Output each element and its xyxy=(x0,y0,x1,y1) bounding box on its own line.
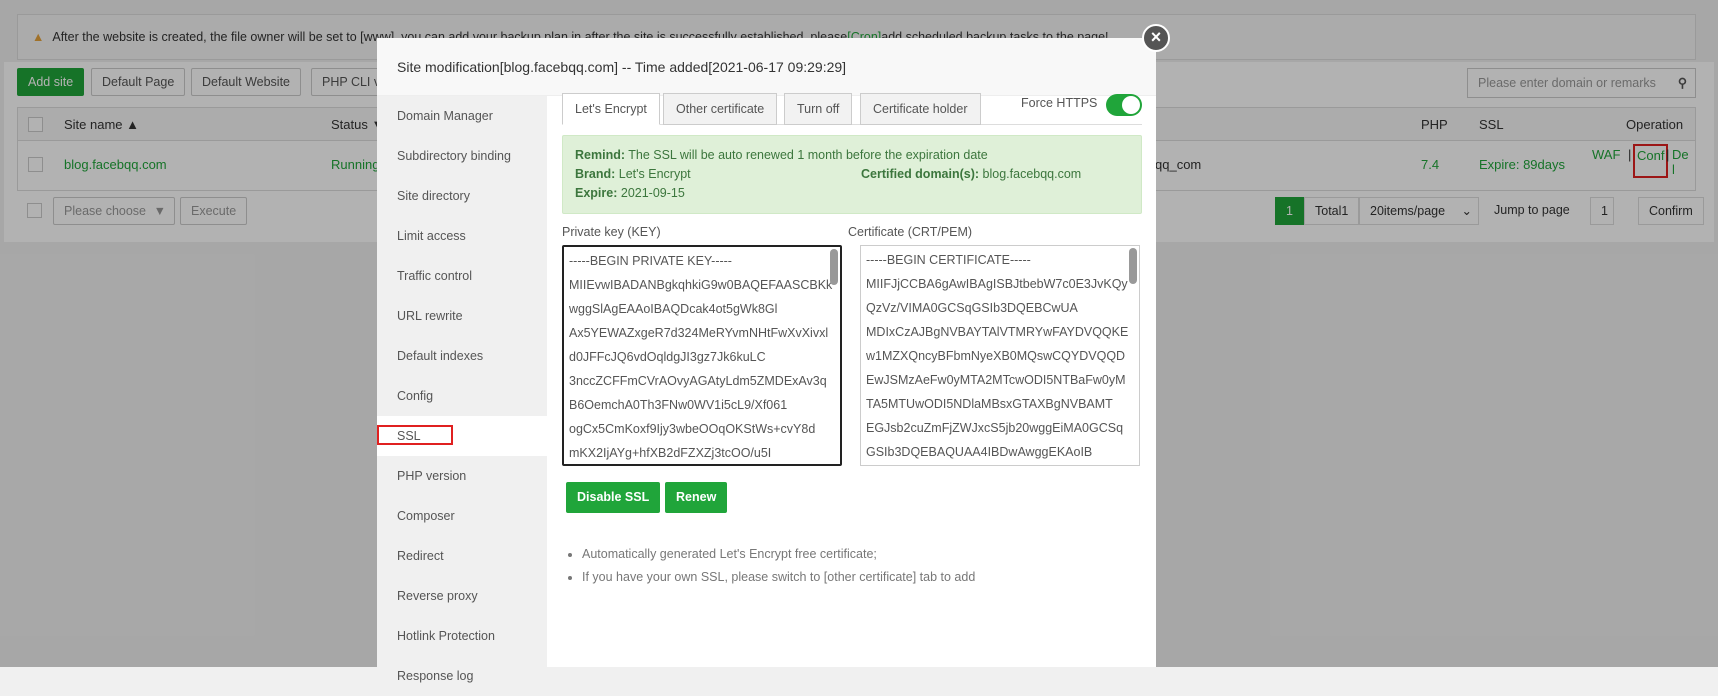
sidebar-item-hotlink-protection[interactable]: Hotlink Protection xyxy=(377,616,547,656)
text-line: -----BEGIN PRIVATE KEY----- xyxy=(569,254,732,268)
sidebar-item-php-version[interactable]: PHP version xyxy=(377,456,547,496)
text-line: wggSlAgEAAoIBAQDcak4ot5gWk8Gl xyxy=(569,302,778,316)
sidebar-item-domain-manager[interactable]: Domain Manager xyxy=(377,96,547,136)
text-line: B6OemchA0Th3FNw0WV1i5cL9/Xf061 xyxy=(569,398,788,412)
brand-label: Brand: xyxy=(575,167,616,181)
text-line: MIIEvwIBADANBgkqhkiG9w0BAQEFAASCBKk xyxy=(569,278,833,292)
highlight-box xyxy=(377,425,453,445)
sidebar-item-url-rewrite[interactable]: URL rewrite xyxy=(377,296,547,336)
tab-other-certificate[interactable]: Other certificate xyxy=(663,93,778,125)
sidebar-item-label: Traffic control xyxy=(397,269,473,283)
text-line: MIIFJjCCBA6gAwIBAgISBJtbebW7c0E3JvKQy xyxy=(866,277,1128,291)
renew-button[interactable]: Renew xyxy=(665,482,728,513)
sidebar-item-limit-access[interactable]: Limit access xyxy=(377,216,547,256)
sidebar-item-redirect[interactable]: Redirect xyxy=(377,536,547,576)
dialog-title: Site modification[blog.facebqq.com] -- T… xyxy=(377,38,1156,96)
text-line: -----BEGIN CERTIFICATE----- xyxy=(866,253,1031,267)
tab-certificate-holder[interactable]: Certificate holder xyxy=(860,93,981,125)
text-line: TA5MTUwODI5NDlaMBsxGTAXBgNVBAMT xyxy=(866,397,1113,411)
text-line: QzVz/VIMA0GCSqGSIb3DQEBCwUA xyxy=(866,301,1078,315)
sidebar-item-label: Default indexes xyxy=(397,349,484,363)
note-item: Automatically generated Let's Encrypt fr… xyxy=(582,543,975,566)
sidebar-item-label: Site directory xyxy=(397,189,470,203)
sidebar-item-label: Response log xyxy=(397,669,474,683)
text-line: EGJsb2cuZmFjZWJxcS5jb20wggEiMA0GCSq xyxy=(866,421,1124,435)
scrollbar[interactable] xyxy=(830,249,838,285)
expire-label: Expire: xyxy=(575,186,618,200)
close-icon[interactable]: × xyxy=(1142,24,1170,52)
sidebar-item-default-indexes[interactable]: Default indexes xyxy=(377,336,547,376)
sidebar-item-ssl[interactable]: SSL xyxy=(377,416,547,456)
force-https-label: Force HTTPS xyxy=(1021,96,1098,110)
private-key-label: Private key (KEY) xyxy=(562,225,661,239)
text-line: 3nccZCFFmCVrAOvyAGAtyLdm5ZMDExAv3q xyxy=(569,374,827,388)
sidebar-item-subdirectory-binding[interactable]: Subdirectory binding xyxy=(377,136,547,176)
force-https-toggle[interactable] xyxy=(1106,94,1142,116)
certificate-textarea[interactable]: -----BEGIN CERTIFICATE----- MIIFJjCCBA6gA… xyxy=(860,245,1140,466)
sidebar-item-label: Reverse proxy xyxy=(397,589,478,603)
sidebar-item-label: Limit access xyxy=(397,229,466,243)
remind-label: Remind: xyxy=(575,148,625,162)
text-line: EwJSMzAeFw0yMTA2MTcwODI5NTBaFw0yM xyxy=(866,373,1126,387)
ssl-notes: Automatically generated Let's Encrypt fr… xyxy=(560,543,975,589)
certificate-label: Certificate (CRT/PEM) xyxy=(848,225,973,239)
sidebar-item-response-log[interactable]: Response log xyxy=(377,656,547,696)
sidebar-item-label: Hotlink Protection xyxy=(397,629,495,643)
sidebar-item-site-directory[interactable]: Site directory xyxy=(377,176,547,216)
text-line: ogCx5CmKoxf9Ijy3wbeOOqOKStWs+cvY8d xyxy=(569,422,816,436)
domain-value: blog.facebqq.com xyxy=(982,167,1082,181)
text-line: w1MZXQncyBFbmNyeXB0MQswCQYDVQQD xyxy=(866,349,1126,363)
text-line: mKX2IjAYg+hfXB2dFZXZj3tcOO/u5I xyxy=(569,446,772,460)
disable-ssl-button[interactable]: Disable SSL xyxy=(566,482,661,513)
remind-text: The SSL will be auto renewed 1 month bef… xyxy=(628,148,988,162)
tab-turn-off[interactable]: Turn off xyxy=(784,93,853,125)
text-line: AQDcak4ot5gWk8GlAx5YEWAZxgeR7d324M xyxy=(866,464,1134,465)
brand-value: Let's Encrypt xyxy=(618,167,691,181)
dialog-sidebar: Domain Manager Subdirectory binding Site d… xyxy=(377,96,547,683)
text-line: d0JFFcJQ6vdOqldgJI3gz7Jk6kuLC xyxy=(569,350,766,364)
ssl-info-alert: Remind: The SSL will be auto renewed 1 m… xyxy=(562,135,1142,214)
tab-lets-encrypt[interactable]: Let's Encrypt xyxy=(562,93,660,125)
sidebar-item-label: Subdirectory binding xyxy=(397,149,511,163)
sidebar-item-reverse-proxy[interactable]: Reverse proxy xyxy=(377,576,547,616)
text-line: GSIb3DQEBAQUAA4IBDwAwggEKAoIB xyxy=(866,445,1093,459)
sidebar-item-label: Redirect xyxy=(397,549,444,563)
text-line: MDIxCzAJBgNVBAYTAlVTMRYwFAYDVQQKE xyxy=(866,325,1129,339)
expire-value: 2021-09-15 xyxy=(620,186,685,200)
sidebar-item-label: PHP version xyxy=(397,469,467,483)
sidebar-item-label: Composer xyxy=(397,509,455,523)
text-line: Ft5N3dP7BeE8KJgqjkDxEbiaKMvzfnBK8ZgDF xyxy=(569,465,835,466)
sidebar-item-composer[interactable]: Composer xyxy=(377,496,547,536)
sidebar-item-label: Domain Manager xyxy=(397,109,493,123)
note-item: If you have your own SSL, please switch … xyxy=(582,566,975,589)
sidebar-item-config[interactable]: Config xyxy=(377,376,547,416)
sidebar-item-traffic-control[interactable]: Traffic control xyxy=(377,256,547,296)
private-key-textarea[interactable]: -----BEGIN PRIVATE KEY----- MIIEvwIBADANB… xyxy=(562,245,842,466)
domain-label: Certified domain(s): xyxy=(861,167,980,181)
text-line: Ax5YEWAZxgeR7d324MeRYvmNHtFwXvXivxl xyxy=(569,326,829,340)
scrollbar[interactable] xyxy=(1129,248,1137,284)
sidebar-item-label: Config xyxy=(397,389,434,403)
sidebar-item-label: URL rewrite xyxy=(397,309,463,323)
